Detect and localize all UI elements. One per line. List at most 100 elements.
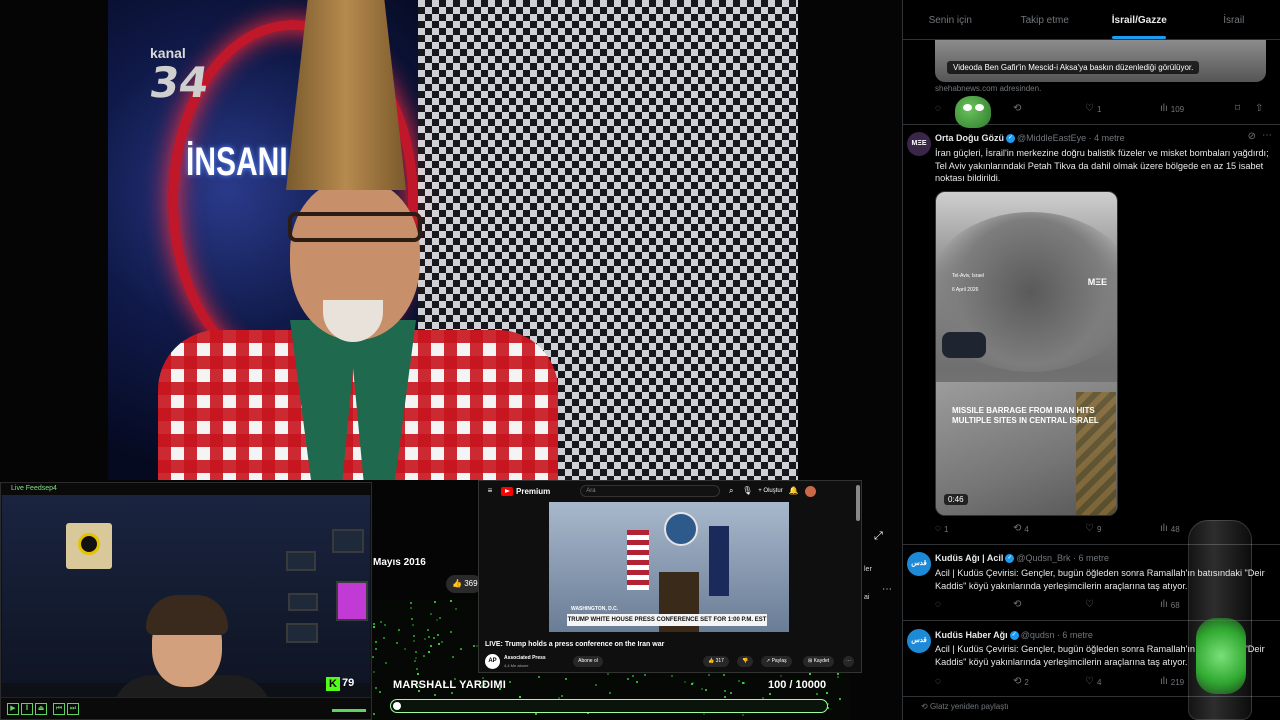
reply-icon: ◌ (935, 676, 941, 687)
tab-israel[interactable]: İsrail (1187, 0, 1280, 39)
like-count: 4 (1096, 677, 1102, 687)
webcam-controls: ▶ ‖ ⏏ ⏮ ⏭ (1, 697, 371, 719)
rain-dot (671, 675, 673, 677)
rain-dot (373, 623, 375, 625)
repost-button[interactable]: ⟲ 4 (1013, 524, 1029, 534)
goal-progress-bar (390, 699, 828, 713)
rain-dot (385, 662, 387, 664)
media-source[interactable]: shehabnews.com adresinden. (935, 84, 1041, 93)
expand-icon[interactable]: ⤢ (874, 530, 883, 543)
search-icon[interactable]: ⌕ (726, 486, 736, 496)
rain-dot (561, 695, 563, 697)
rain-dot (703, 713, 705, 715)
rain-dot (415, 657, 417, 659)
tv-broadcast-video[interactable]: kanal 34 İNSANI (108, 0, 798, 480)
save-button[interactable]: ⊞ Kaydet (803, 656, 835, 667)
more-button[interactable]: ⋯ (843, 656, 854, 667)
repost-button[interactable]: ⟲ 2 (1013, 677, 1029, 687)
author-handle[interactable]: @Qudsn_Brk · 6 metre (1016, 553, 1109, 563)
rain-dot (412, 624, 414, 626)
more-icon[interactable]: ⋯ (882, 584, 892, 595)
avatar[interactable]: قدس (907, 629, 931, 653)
bell-icon[interactable]: 🔔 (789, 486, 799, 496)
author-name[interactable]: Orta Doğu Gözü (935, 133, 1004, 143)
author-name[interactable]: Kudüs Ağı | Acil (935, 553, 1003, 563)
rain-dot (738, 680, 740, 682)
tab-for-you[interactable]: Senin için (903, 0, 998, 39)
rain-dot (414, 660, 416, 662)
tweet-header: Orta Doğu Gözü ✓ @MiddleEastEye · 4 metre (935, 133, 1125, 144)
youtube-video[interactable]: WASHINGTON, D.C. TRUMP WHITE HOUSE PRESS… (549, 502, 789, 632)
streamer-hair (146, 595, 228, 635)
retro-monitor (286, 623, 318, 643)
pause-icon[interactable]: ‖ (21, 703, 33, 715)
rain-dot (450, 631, 452, 633)
avatar[interactable]: MΞE (907, 132, 931, 156)
volume-slider[interactable] (332, 709, 366, 712)
tab-israel-gaza[interactable]: İsrail/Gazze (1092, 0, 1187, 39)
rain-dot (424, 638, 426, 640)
play-icon[interactable]: ▶ (7, 703, 19, 715)
like-count: 317 (715, 658, 724, 664)
reply-button[interactable]: ◌ (935, 104, 941, 114)
dislike-button[interactable]: 👎 (737, 656, 754, 667)
views-button[interactable]: ılı 219 (1160, 677, 1184, 687)
views-button[interactable]: ılı 68 (1160, 600, 1180, 610)
scrollbar[interactable] (856, 485, 860, 521)
rain-dot (375, 641, 377, 643)
reply-button[interactable]: ◌ (935, 677, 941, 687)
retro-monitor (336, 581, 368, 621)
like-button[interactable]: ♡ (1085, 600, 1094, 610)
share-button[interactable]: ↗ Paylaş (761, 656, 792, 667)
rain-dot (509, 681, 511, 683)
search-input[interactable]: Ara (580, 485, 721, 497)
rain-dot (809, 673, 811, 675)
like-button[interactable]: ♡ 4 (1085, 677, 1101, 687)
prev-icon[interactable]: ⏮ (53, 703, 65, 715)
reply-button[interactable]: ◌ 1 (935, 524, 948, 534)
rain-dot (609, 692, 611, 694)
repost-button[interactable]: ⟲ (1013, 600, 1021, 610)
share-button[interactable]: ⇧ (1255, 104, 1263, 114)
author-handle[interactable]: @MiddleEastEye · 4 metre (1017, 133, 1125, 143)
avatar[interactable]: قدس (907, 552, 931, 576)
repost-count: 4 (1024, 524, 1029, 534)
bookmark-button[interactable]: ⌑ (1235, 104, 1240, 114)
mic-icon[interactable]: 🎙 (742, 486, 752, 496)
author-name[interactable]: Kudüs Haber Ağı (935, 630, 1008, 640)
video-location: Tel-Aviv, Israel (952, 273, 985, 279)
youtube-topbar: ≡ Premium Ara ⌕ 🎙 + Oluştur 🔔 (479, 481, 861, 501)
chyron-location: WASHINGTON, D.C. (571, 606, 619, 612)
retro-monitor (288, 593, 318, 611)
rain-dot (383, 637, 385, 639)
channel-avatar[interactable]: AP (485, 654, 500, 669)
channel-name[interactable]: Associated Press (504, 655, 546, 661)
retro-monitor (286, 551, 316, 571)
next-icon[interactable]: ⏭ (67, 703, 79, 715)
grok-icon[interactable]: ⊘ (1248, 131, 1256, 142)
like-button[interactable]: ♡ 1 (1085, 104, 1101, 114)
youtube-logo[interactable]: Premium (501, 486, 550, 496)
reply-button[interactable]: ◌ (935, 600, 941, 610)
like-button[interactable]: ♡ 9 (1085, 524, 1101, 534)
rain-dot (684, 681, 686, 683)
menu-icon[interactable]: ≡ (485, 486, 495, 496)
view-count: 109 (1170, 104, 1185, 114)
author-handle[interactable]: @qudsn · 6 metre (1021, 630, 1093, 640)
tab-following[interactable]: Takip etme (998, 0, 1093, 39)
avatar[interactable] (804, 485, 816, 497)
eject-icon[interactable]: ⏏ (35, 703, 47, 715)
repost-button[interactable]: ⟲ (1013, 104, 1021, 114)
more-icon[interactable]: ⋯ (1262, 130, 1272, 141)
reply-icon: ◌ (935, 599, 941, 610)
tweet-video[interactable]: Tel-Aviv, Israel 6 April 2026 MΞE MISSIL… (935, 191, 1118, 516)
rain-dot (627, 678, 629, 680)
create-button[interactable]: + Oluştur (758, 488, 783, 494)
tweet-media[interactable]: Videoda Ben Gafir'in Mescid-i Aksa'ya ba… (935, 40, 1266, 82)
verified-badge-icon: ✓ (1006, 134, 1015, 144)
views-button[interactable]: ılı 48 (1160, 524, 1180, 534)
subscribe-button[interactable]: Abone ol (573, 656, 603, 667)
like-button[interactable]: 👍 317 (703, 656, 729, 667)
views-button[interactable]: ılı 109 (1160, 104, 1184, 114)
like-pill[interactable]: 👍 369 (446, 575, 482, 593)
